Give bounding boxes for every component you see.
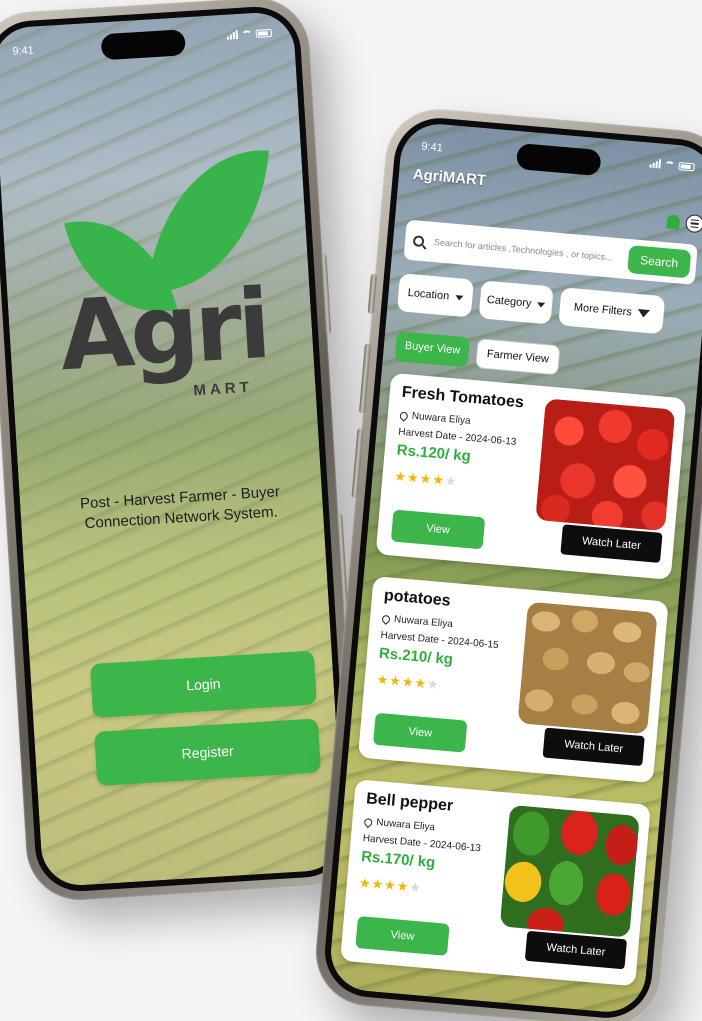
location-filter-label: Location [407, 286, 450, 303]
signal-icon [649, 159, 662, 169]
watch-later-button[interactable]: Watch Later [542, 727, 645, 767]
product-card: Bell pepper Nuwara Eliya Harvest Date - … [340, 779, 651, 987]
product-list: Fresh Tomatoes Nuwara Eliya Harvest Date… [340, 372, 687, 987]
location-text: Nuwara Eliya [411, 410, 471, 427]
wifi-icon [664, 160, 675, 169]
empty-star-icon: ★ [426, 676, 441, 693]
marketplace-screen: 9:41 AgriMART Search Location C [327, 120, 702, 1016]
view-button[interactable]: View [390, 509, 486, 550]
search-button[interactable]: Search [627, 245, 692, 279]
category-filter-label: Category [486, 293, 532, 310]
empty-star-icon: ★ [408, 879, 423, 896]
logo-word: Agri [56, 267, 271, 393]
category-filter[interactable]: Category [478, 280, 554, 325]
more-filters-label: More Filters [573, 301, 633, 319]
view-button[interactable]: View [355, 915, 450, 956]
marketplace-phone: 9:41 AgriMART Search Location C [311, 104, 702, 1021]
phone-bezel: 9:41 AgriMART Search Location C [321, 114, 702, 1021]
star-icon: ★★★ [376, 671, 416, 690]
status-time: 9:41 [420, 140, 444, 155]
buyer-view-button[interactable]: Buyer View [394, 331, 471, 368]
login-screen: 9:41 Agri MART Post - Harvest Farmer - B… [0, 10, 345, 888]
login-phone: 9:41 Agri MART Post - Harvest Farmer - B… [0, 0, 361, 904]
potatoes-image [517, 601, 658, 735]
agrimart-logo: Agri MART [28, 132, 294, 417]
location-text: Nuwara Eliya [393, 613, 454, 631]
chevron-down-icon [537, 301, 546, 308]
search-input[interactable] [433, 237, 629, 264]
battery-icon [678, 161, 695, 171]
search-icon [412, 234, 425, 247]
location-pin-icon [362, 816, 374, 828]
volume-down-button [351, 428, 364, 499]
star-icon: ★★★ [358, 874, 398, 894]
volume-button [320, 253, 332, 335]
location-pin-icon [398, 409, 410, 422]
location-pin-icon [380, 613, 392, 625]
watch-later-button[interactable]: Watch Later [524, 930, 628, 970]
product-card: Fresh Tomatoes Nuwara Eliya Harvest Date… [375, 372, 687, 580]
battery-icon [255, 28, 273, 38]
location-text: Nuwara Eliya [375, 817, 436, 834]
signal-icon [226, 29, 239, 40]
view-button[interactable]: View [373, 712, 468, 753]
location-filter[interactable]: Location [396, 273, 474, 318]
watch-later-button[interactable]: Watch Later [560, 524, 663, 563]
status-time: 9:41 [12, 44, 35, 58]
tomatoes-image [535, 398, 676, 532]
bell-icon[interactable] [666, 214, 681, 230]
chevron-down-icon [454, 294, 464, 301]
wifi-icon [241, 30, 253, 38]
filter-funnel-icon [637, 309, 650, 319]
empty-star-icon: ★ [444, 472, 459, 489]
phone-bezel: 9:41 Agri MART Post - Harvest Farmer - B… [0, 4, 352, 894]
dynamic-island [100, 29, 186, 61]
logo-subtext: MART [192, 378, 254, 400]
star-icon: ★★★ [393, 468, 434, 487]
volume-up-button [358, 343, 371, 414]
action-button [367, 273, 378, 315]
product-card: potatoes Nuwara Eliya Harvest Date - 202… [357, 576, 669, 784]
bell-peppers-image [499, 804, 640, 938]
